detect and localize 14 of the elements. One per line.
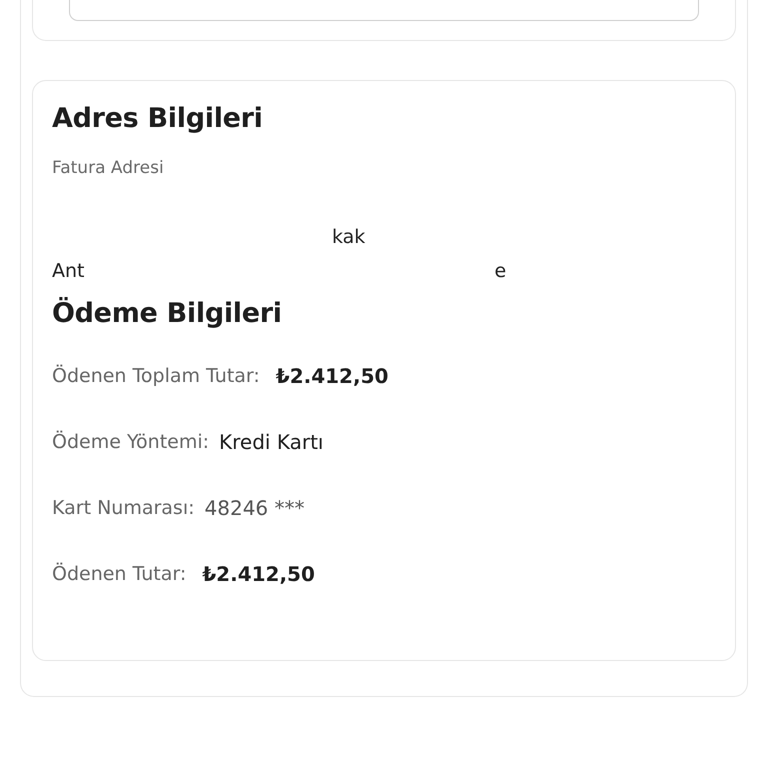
- field-label: Ödenen Tutar:: [52, 563, 186, 585]
- field-label: Ödenen Toplam Tutar:: [52, 365, 260, 387]
- field-value: Kredi Kartı: [219, 430, 324, 454]
- section-title: Adres Bilgileri: [52, 103, 264, 134]
- field-value: ₺2.412,50: [276, 364, 388, 388]
- field-label: Fatura Adresi: [52, 158, 165, 178]
- field-value: 48246 ***: [204, 496, 304, 520]
- field-label: Ödeme Yöntemi:: [52, 431, 210, 453]
- field-value: ₺2.412,50: [202, 562, 315, 586]
- address-text: kak: [332, 226, 366, 248]
- section-title: Ödeme Bilgileri: [52, 298, 283, 329]
- address-text: e: [494, 260, 506, 282]
- field-label: Kart Numarası:: [52, 497, 195, 519]
- address-text: Ant: [52, 260, 84, 282]
